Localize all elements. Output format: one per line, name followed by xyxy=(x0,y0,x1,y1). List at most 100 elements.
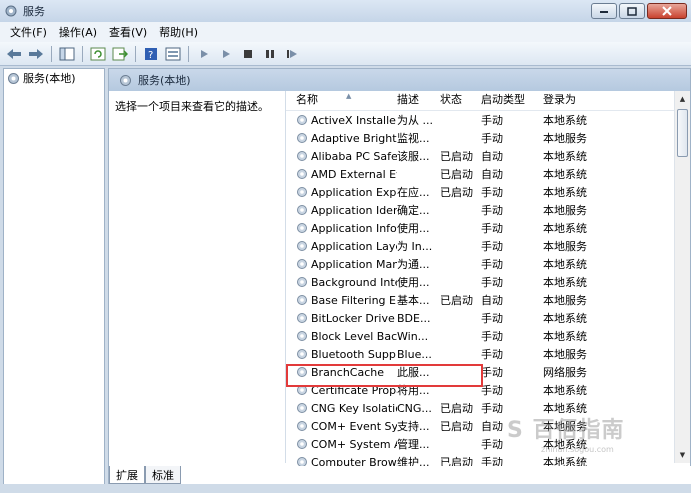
column-header-log-on-as[interactable]: 登录为 xyxy=(543,91,663,107)
service-log-on-as: 本地系统 xyxy=(543,330,587,343)
service-name-cell: CNG Key Isolation xyxy=(286,402,397,415)
column-header-startup-type[interactable]: 启动类型 xyxy=(481,91,543,107)
vertical-scrollbar[interactable]: ▲ ▼ xyxy=(674,91,690,463)
service-name: Alibaba PC Safe ... xyxy=(311,149,397,163)
service-log-on-as: 本地服务 xyxy=(543,240,587,253)
properties-button[interactable] xyxy=(163,45,183,63)
service-log-on-as: 本地系统 xyxy=(543,276,587,289)
maximize-icon xyxy=(627,6,637,16)
service-name-cell: Application Expe... xyxy=(286,186,397,199)
scroll-down-button[interactable]: ▼ xyxy=(675,447,690,463)
service-row[interactable]: AMD External Ev... 已启动自动 本地系统 xyxy=(286,165,690,183)
service-row[interactable]: COM+ Event Sys...支持...已启动自动本地服务 xyxy=(286,417,690,435)
scroll-up-button[interactable]: ▲ xyxy=(675,91,690,107)
service-name: Application Man... xyxy=(311,257,397,271)
menu-file[interactable]: 文件(F) xyxy=(4,24,53,40)
service-row[interactable]: ActiveX Installer ...为从 ... 手动 本地系统 xyxy=(286,111,690,129)
service-row[interactable]: Application Man...为通... 手动 本地系统 xyxy=(286,255,690,273)
column-header-name[interactable]: 名称 xyxy=(286,91,397,107)
service-row[interactable]: Alibaba PC Safe ...该服... 已启动自动 本地系统 xyxy=(286,147,690,165)
service-status: 已启动 xyxy=(440,186,473,199)
back-button[interactable] xyxy=(4,45,24,63)
start-service-alt-button[interactable] xyxy=(216,45,236,63)
maximize-button[interactable] xyxy=(619,3,645,19)
service-gear-icon xyxy=(297,259,307,269)
export-list-button[interactable] xyxy=(110,45,130,63)
service-startup-type: 手动 xyxy=(481,132,503,145)
menu-view[interactable]: 查看(V) xyxy=(103,24,153,40)
service-name-cell: Base Filtering En... xyxy=(286,294,397,307)
service-row[interactable]: BitLocker Drive ...BDE... 手动 本地系统 xyxy=(286,309,690,327)
service-row[interactable]: Application Infor...使用... 手动 本地系统 xyxy=(286,219,690,237)
service-startup-type: 手动 xyxy=(481,204,503,217)
service-gear-icon xyxy=(297,151,307,161)
service-description: 管理... xyxy=(397,438,430,451)
service-description: 支持... xyxy=(397,420,430,433)
service-name: AMD External Ev... xyxy=(311,167,397,181)
services-pane: 服务(本地) 选择一个项目来查看它的描述。 ▲ 名称 描述 状态 启动类型 登录… xyxy=(108,68,691,493)
column-header-status[interactable]: 状态 xyxy=(440,91,481,107)
tree-item-services-local[interactable]: 服务(本地) xyxy=(4,69,104,87)
arrow-left-icon xyxy=(7,48,21,59)
watermark-text: S 百佰指南 xyxy=(507,418,625,443)
forward-button[interactable] xyxy=(26,45,46,63)
show-hide-tree-button[interactable] xyxy=(57,45,77,63)
service-gear-icon xyxy=(297,349,307,359)
toolbar: ? xyxy=(0,42,691,66)
service-log-on-as: 本地服务 xyxy=(543,348,587,361)
service-gear-icon xyxy=(297,241,307,251)
scroll-thumb[interactable] xyxy=(677,109,688,157)
menu-action[interactable]: 操作(A) xyxy=(53,24,103,40)
start-service-button[interactable] xyxy=(194,45,214,63)
status-bar xyxy=(0,484,691,493)
service-description: 基本... xyxy=(397,294,430,307)
help-button[interactable]: ? xyxy=(141,45,161,63)
service-row[interactable]: COM+ System A...管理...手动本地系统 xyxy=(286,435,690,453)
service-row[interactable]: Application Laye...为 In... 手动 本地服务 xyxy=(286,237,690,255)
service-description: Blue... xyxy=(397,347,432,361)
service-row[interactable]: Application Expe...在应... 已启动手动 本地系统 xyxy=(286,183,690,201)
service-gear-icon xyxy=(297,313,307,323)
minimize-icon xyxy=(600,11,608,13)
refresh-button[interactable] xyxy=(88,45,108,63)
services-gear-icon xyxy=(5,5,17,17)
restart-icon xyxy=(287,49,297,58)
minimize-button[interactable] xyxy=(591,3,617,19)
restart-service-button[interactable] xyxy=(282,45,302,63)
service-row[interactable]: Adaptive Brightn...监视... 手动 本地服务 xyxy=(286,129,690,147)
service-row[interactable]: Base Filtering En...基本... 已启动自动 本地服务 xyxy=(286,291,690,309)
service-log-on-as: 本地系统 xyxy=(543,186,587,199)
column-header-description[interactable]: 描述 xyxy=(397,91,440,107)
stop-icon xyxy=(244,49,252,58)
service-row[interactable]: Background Inte...使用... 手动 本地系统 xyxy=(286,273,690,291)
services-list: ▲ 名称 描述 状态 启动类型 登录为 ActiveX Installer ..… xyxy=(285,91,690,469)
service-description: 使用... xyxy=(397,276,430,289)
tab-extended[interactable]: 扩展 xyxy=(109,466,145,484)
window-title: 服务 xyxy=(23,5,45,18)
svg-text:?: ? xyxy=(148,50,153,61)
service-description: 监视... xyxy=(397,132,430,145)
service-row[interactable]: Bluetooth Supp... Blue... 手动 本地服务 xyxy=(286,345,690,363)
highlight-annotation xyxy=(286,364,483,387)
pane-header-label: 服务(本地) xyxy=(138,74,191,87)
service-description: Win... xyxy=(397,329,429,343)
service-row[interactable]: CNG Key IsolationCNG...已启动手动本地系统 xyxy=(286,399,690,417)
service-row[interactable]: Block Level Back...Win... 手动 本地系统 xyxy=(286,327,690,345)
view-tabs: 扩展 标准 xyxy=(109,466,691,484)
toolbar-separator xyxy=(135,45,136,62)
menu-help[interactable]: 帮助(H) xyxy=(153,24,204,40)
play-icon xyxy=(201,49,208,58)
service-description: 确定... xyxy=(397,204,430,217)
service-description: BDE... xyxy=(397,311,431,325)
tab-standard[interactable]: 标准 xyxy=(145,466,181,484)
close-button[interactable] xyxy=(647,3,687,19)
stop-service-button[interactable] xyxy=(238,45,258,63)
service-gear-icon xyxy=(297,169,307,179)
service-startup-type: 手动 xyxy=(481,222,503,235)
service-status: 已启动 xyxy=(440,402,473,415)
service-row[interactable]: Application Iden...确定... 手动 本地服务 xyxy=(286,201,690,219)
service-gear-icon xyxy=(297,421,307,431)
service-name: CNG Key Isolation xyxy=(311,401,397,415)
description-prompt: 选择一个项目来查看它的描述。 xyxy=(115,100,269,113)
pause-service-button[interactable] xyxy=(260,45,280,63)
